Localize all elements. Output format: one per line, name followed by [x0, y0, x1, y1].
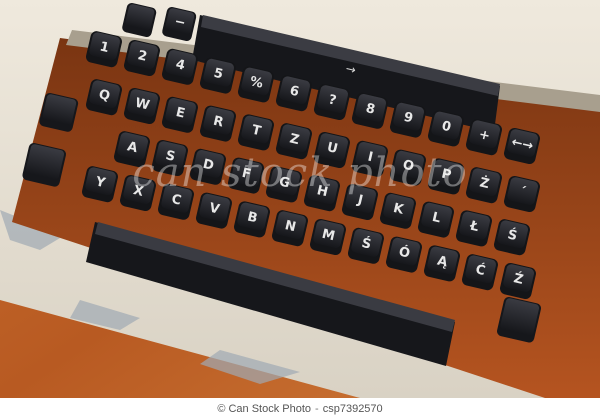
image-credit-footer: © Can Stock Photo - csp7392570	[0, 398, 600, 419]
typewriter-photo: → − 1 2 4 5% 6? 8 9 0 + ←→ Q W E R T Z U I O P Ż ´ A S D F G H J K L Ł Ś…	[0, 0, 600, 398]
footer-separator: -	[315, 402, 319, 415]
typewriter-scene: → − 1245%6?890+ ←→Q W ERTZUIOPŻ´ASDFGHJKLŁŚ…	[0, 0, 600, 398]
copyright-text: © Can Stock Photo	[217, 402, 312, 415]
image-id: csp7392570	[322, 402, 383, 415]
